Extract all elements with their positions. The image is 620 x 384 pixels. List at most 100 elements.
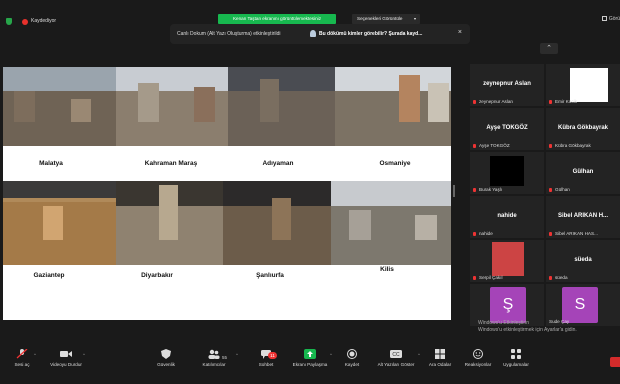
participant-label: Emir Kocik [555,99,577,104]
participant-count: 55 [222,355,228,360]
transcript-visibility-link[interactable]: Bu dökümü kimler görebilir? Şurada kayd.… [319,31,422,37]
participant-tile[interactable]: Serpil Çakıl [470,240,544,282]
participant-label: Kübra Gökbayrak [555,143,591,148]
emoji-icon [473,349,483,359]
recording-icon [22,19,28,25]
view-options-button[interactable]: Seçenekleri Görüntüle ▾ [352,14,420,24]
chat-badge: 11 [268,352,277,359]
participant-tile[interactable]: Burak Yaşlı [470,152,544,194]
recording-label[interactable]: Kaydediyor [31,18,56,24]
live-transcript-notice: Canlı Dokum (Alt Yazı Oluşturma) etkinle… [170,24,470,44]
gallery-view-button[interactable]: Görü [601,16,620,22]
watermark-title: Windows'u Etkinleştirin [478,320,529,326]
participant-display-name: nahide [497,213,517,219]
muted-mic-icon [473,188,476,192]
earthquake-photo [116,67,228,146]
gallery-view-label: Görü [608,16,620,22]
participant-gallery: zeynepnur Aslan zeynepnur Aslan Emir Koc… [470,58,620,330]
city-label: Gaziantep [33,272,65,279]
chat-label: Sohbet [258,362,274,367]
participant-display-name: Gülhan [572,169,594,175]
people-icon [310,30,316,37]
earthquake-photo [228,67,335,146]
stop-video-button[interactable]: Videoyu Durdur ^ [36,349,96,367]
participants-icon [208,349,220,359]
earthquake-photo [3,181,116,265]
participant-tile[interactable]: nahide nahide [470,196,544,238]
participant-video [570,68,608,102]
participant-tile[interactable]: Gülhan Gülhan [546,152,620,194]
muted-mic-icon [473,276,476,280]
windows-activation-watermark: Windows'u Etkinleştirin Windows'u etkinl… [478,320,577,334]
participant-label: zeynepnur Aslan [479,99,513,104]
participant-label: Sibel ARIKAN HAS... [555,231,598,236]
shield-icon[interactable] [6,18,12,25]
muted-mic-icon [473,232,476,236]
city-label: Adıyaman [262,160,294,167]
participant-tile[interactable]: Kübra Gökbayrak Kübra Gökbayrak [546,108,620,150]
participant-tile[interactable]: Ayşe TOKGÖZ Ayşe TOKGÖZ [470,108,544,150]
watermark-subtitle: Windows'u etkinleştirmek için Ayarlar'a … [478,327,577,333]
participant-label: Gülhan [555,187,570,192]
muted-mic-icon [549,232,552,236]
participant-video [490,156,524,186]
city-label: Kahraman Maraş [144,160,198,167]
participant-display-name: süeda [574,257,592,263]
participant-video [492,242,524,276]
splitter-handle[interactable] [453,185,455,197]
captions-label: Alt Yazıları Göster [377,362,415,367]
chevron-up-icon: ⌃ [546,45,552,52]
participant-avatar: S [562,287,598,323]
stop-video-label: Videoyu Durdur [50,362,82,367]
city-label: Osmaniye [379,160,411,167]
participant-display-name: zeynepnur Aslan [483,81,531,87]
security-label: Güvenlik [157,362,175,367]
participants-button[interactable]: Katılımcılar 55 ^ [184,349,244,367]
apps-button[interactable]: Uygulamalar [486,349,546,367]
apps-label: Uygulamalar [503,362,529,367]
close-icon[interactable]: × [458,29,462,36]
record-label: Kaydet [344,362,360,367]
earthquake-photo [335,67,451,146]
apps-icon [511,349,521,359]
participant-tile[interactable]: Sibel ARIKAN H... Sibel ARIKAN HAS... [546,196,620,238]
participants-label: Katılımcılar [202,362,226,367]
chevron-up-icon[interactable]: ^ [83,352,85,357]
participant-label: Ayşe TOKGÖZ [479,143,510,148]
chevron-down-icon: ▾ [413,16,416,21]
participant-display-name: Kübra Gökbayrak [557,125,609,131]
shield-icon [161,349,171,359]
participant-label: nahide [479,231,493,236]
participant-label: Serpil Çakıl [479,275,503,280]
share-screen-icon [304,349,316,359]
participant-display-name: Ayşe TOKGÖZ [486,125,528,131]
transcript-notice-text: Canlı Dokum (Alt Yazı Oluşturma) etkinle… [177,31,281,37]
participant-tile[interactable]: zeynepnur Aslan zeynepnur Aslan [470,64,544,106]
zoom-window: Kaydediyor Kenan Taştan ekranını görüntü… [0,0,620,384]
muted-mic-icon [16,349,28,359]
leave-button[interactable] [610,357,620,367]
city-label: Malatya [39,160,63,167]
muted-mic-icon [549,276,552,280]
participant-tile[interactable]: Emir Kocik [546,64,620,106]
earthquake-photo [3,67,116,146]
earthquake-photo [331,181,451,265]
collapse-panel-button[interactable]: ⌃ [540,43,558,54]
shared-screen-slide: Malatya Kahraman Maraş Adıyaman Osmaniye… [3,67,451,320]
closed-captions-icon: CC [390,350,402,358]
participant-avatar: Ş [490,287,526,323]
svg-text:CC: CC [392,352,400,358]
breakout-rooms-icon [435,349,445,359]
participant-label: Burak Yaşlı [479,187,503,192]
muted-mic-icon [549,188,552,192]
city-label: Diyarbakır [141,272,173,279]
view-options-label: Seçenekleri Görüntüle [357,16,403,21]
earthquake-photo [223,181,331,265]
muted-mic-icon [473,144,476,148]
grid-icon [601,16,607,22]
muted-mic-icon [549,144,552,148]
meeting-toolbar: Sesi aç ^ Videoyu Durdur ^ Güvenlik Katı… [0,345,620,384]
participant-tile[interactable]: süeda süeda [546,240,620,282]
city-label: Şanlıurfa [256,272,284,279]
screen-share-banner: Kenan Taştan ekranını görüntülemektesini… [218,14,336,24]
